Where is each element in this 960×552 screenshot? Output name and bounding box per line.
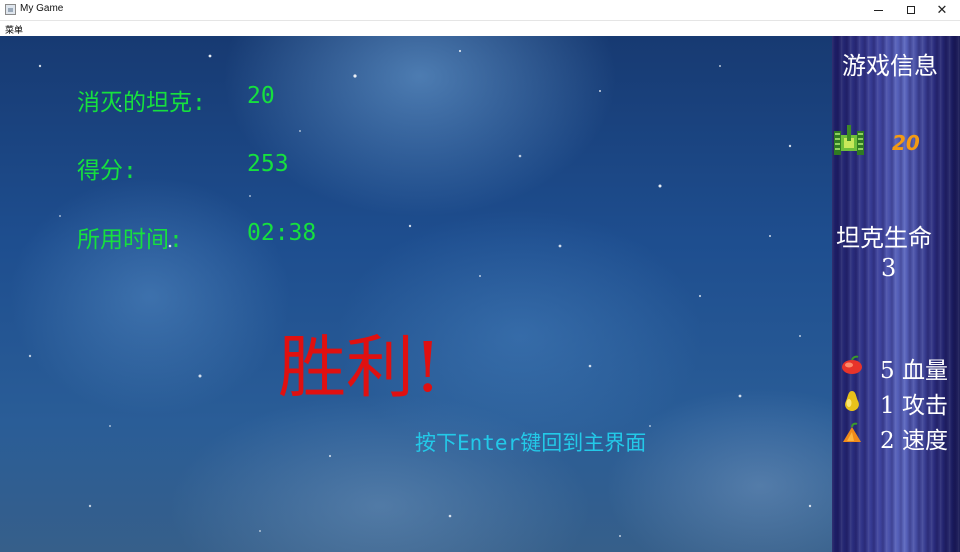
menu-item-main[interactable]: 菜单 [5, 23, 23, 36]
time-used-value: 02:38 [247, 220, 317, 246]
speed-item-row: 2 速度 [880, 421, 948, 455]
pear-icon [845, 391, 859, 411]
maximize-icon [907, 6, 915, 14]
victory-message: 胜利! [278, 329, 442, 408]
minimize-icon [873, 9, 883, 11]
menu-bar: 菜单 [0, 21, 960, 36]
attack-item-count: 1 [880, 393, 895, 419]
tank-remaining-count: 20 [892, 131, 920, 155]
attack-item-row: 1 攻击 [880, 386, 948, 420]
game-canvas: 消灭的坦克: 20 得分: 253 所用时间: 02:38 胜利! 按下Ente… [0, 36, 832, 552]
health-item-row: 5 血量 [880, 351, 948, 385]
close-icon: ✕ [936, 2, 948, 18]
score-value: 253 [247, 151, 289, 177]
window-titlebar: My Game ✕ [0, 0, 960, 21]
maximize-button[interactable] [895, 0, 927, 20]
speed-item-count: 2 [880, 428, 895, 454]
time-used-label: 所用时间: [77, 227, 183, 253]
tank-life-value: 3 [881, 254, 897, 282]
minimize-button[interactable] [862, 0, 894, 20]
health-item-label: 血量 [901, 358, 948, 384]
destroyed-tanks-value: 20 [247, 83, 275, 109]
orange-fruit-icon [843, 422, 861, 442]
app-icon [5, 4, 16, 15]
speed-item-label: 速度 [901, 428, 948, 454]
close-button[interactable]: ✕ [926, 0, 958, 20]
attack-item-label: 攻击 [901, 393, 948, 419]
score-label: 得分: [77, 158, 137, 184]
window-title: My Game [20, 3, 64, 14]
game-info-panel: 游戏信息 20 坦克生命 3 5 血量 1 攻击 2 速度 [832, 36, 960, 552]
tank-icon [834, 125, 864, 155]
tank-life-label: 坦克生命 [836, 224, 932, 252]
heart-fruit-icon [842, 355, 862, 374]
game-info-title: 游戏信息 [842, 52, 938, 80]
destroyed-tanks-label: 消灭的坦克: [77, 90, 206, 116]
health-item-count: 5 [880, 358, 895, 384]
return-hint: 按下Enter键回到主界面 [415, 431, 647, 455]
